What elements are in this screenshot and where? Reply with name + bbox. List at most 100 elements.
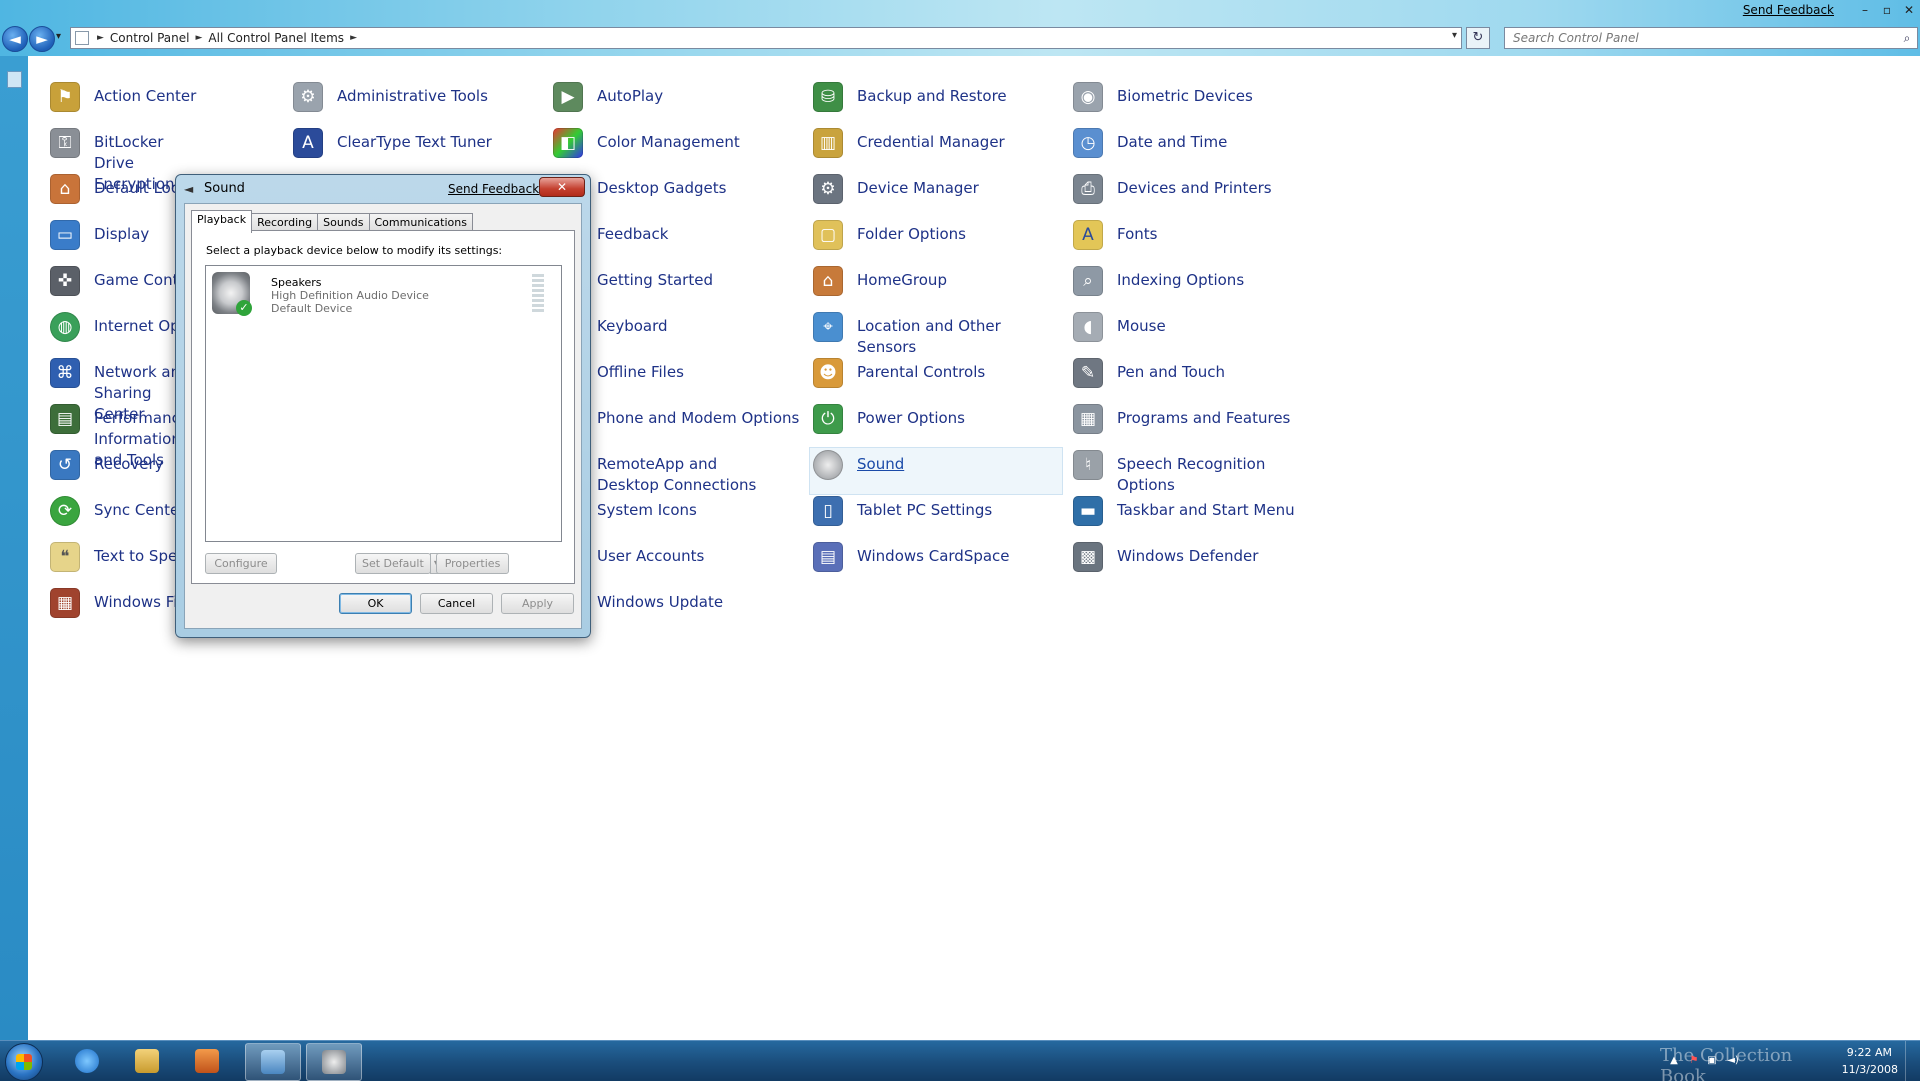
clock-time[interactable]: 9:22 AM	[1847, 1046, 1892, 1059]
taskbar-media-player[interactable]	[180, 1043, 234, 1079]
breadcrumb-all-items[interactable]: All Control Panel Items	[204, 31, 348, 45]
ok-button[interactable]: OK	[339, 593, 412, 614]
restore-button[interactable]: ▫	[1876, 1, 1898, 19]
shield-flag-icon: ⚑	[50, 82, 80, 112]
battery-icon: ⏻	[813, 404, 843, 434]
autoplay-icon: ▶	[553, 82, 583, 112]
taskbar-sound[interactable]	[306, 1043, 362, 1081]
apply-button[interactable]: Apply	[501, 593, 574, 614]
cp-item-label: Windows Update	[597, 593, 724, 611]
cp-item-windows-defender[interactable]: ▩ Windows Defender	[1073, 542, 1323, 572]
cp-item-label: Windows CardSpace	[857, 547, 1010, 565]
cp-item-mouse[interactable]: ◖ Mouse	[1073, 312, 1323, 342]
taskbar-explorer[interactable]	[120, 1043, 174, 1079]
close-window-button[interactable]: ✕	[1898, 1, 1920, 19]
taskbar-control-panel[interactable]	[245, 1043, 301, 1081]
show-desktop-button[interactable]	[1905, 1041, 1920, 1081]
magnifier-icon: ⌕	[1073, 266, 1103, 296]
configure-button[interactable]: Configure	[205, 553, 277, 574]
cp-item-color-management[interactable]: ◧ Color Management	[553, 128, 803, 158]
cp-item-speech-recognition[interactable]: ♮ Speech Recognition Options	[1073, 450, 1323, 496]
dialog-send-feedback-link[interactable]: Send Feedback	[448, 182, 539, 196]
minimize-button[interactable]: –	[1854, 1, 1876, 19]
cp-item-fonts[interactable]: A Fonts	[1073, 220, 1323, 250]
sound-dialog: ◄ Sound Send Feedback ✕ Playback Recordi…	[175, 174, 591, 638]
dialog-titlebar[interactable]: ◄ Sound Send Feedback ✕	[176, 175, 590, 201]
cp-item-devices-printers[interactable]: ⎙ Devices and Printers	[1073, 174, 1323, 204]
cp-item-tablet-pc[interactable]: ▯ Tablet PC Settings	[813, 496, 1063, 526]
tab-playback[interactable]: Playback	[191, 210, 253, 233]
panel-toggle-icon[interactable]	[7, 71, 22, 88]
device-list-item[interactable]: ✓ Speakers High Definition Audio Device …	[210, 272, 550, 320]
color-management-icon: ◧	[553, 128, 583, 158]
cp-item-taskbar-start[interactable]: ▬ Taskbar and Start Menu	[1073, 496, 1323, 526]
cp-item-sound[interactable]: Sound	[809, 447, 1063, 495]
forward-button[interactable]: ►	[29, 26, 55, 52]
cp-item-programs-features[interactable]: ▦ Programs and Features	[1073, 404, 1323, 434]
cp-item-label: System Icons	[597, 501, 697, 519]
cp-item-label: Tablet PC Settings	[857, 501, 993, 519]
cp-item-homegroup[interactable]: ⌂ HomeGroup	[813, 266, 1063, 296]
cp-item-label: Fonts	[1117, 225, 1158, 243]
taskbar-internet-explorer[interactable]	[60, 1043, 114, 1079]
cp-item-device-manager[interactable]: ⚙ Device Manager	[813, 174, 1063, 204]
cp-item-cardspace[interactable]: ▤ Windows CardSpace	[813, 542, 1063, 572]
network-icon[interactable]: ▣	[1706, 1055, 1718, 1067]
show-hidden-icons-icon[interactable]: ▲	[1668, 1055, 1680, 1067]
cp-item-label: Backup and Restore	[857, 87, 1007, 105]
search-icon[interactable]: ⌕	[1897, 31, 1917, 46]
cp-item-pen-touch[interactable]: ✎ Pen and Touch	[1073, 358, 1323, 388]
cp-item-indexing[interactable]: ⌕ Indexing Options	[1073, 266, 1323, 296]
send-feedback-link[interactable]: Send Feedback	[1743, 3, 1834, 17]
cp-item-administrative-tools[interactable]: ⚙ Administrative Tools	[293, 82, 543, 112]
microphone-icon: ♮	[1073, 450, 1103, 480]
cp-item-autoplay[interactable]: ▶ AutoPlay	[553, 82, 803, 112]
cp-item-folder-options[interactable]: ▢ Folder Options	[813, 220, 1063, 250]
breadcrumb-separator[interactable]: ►	[95, 33, 106, 43]
cp-item-action-center[interactable]: ⚑ Action Center	[50, 82, 300, 112]
cp-item-label: Programs and Features	[1117, 409, 1291, 427]
gamepad-icon: ✜	[50, 266, 80, 296]
sync-icon: ⟳	[50, 496, 80, 526]
cp-item-date-time[interactable]: ◷ Date and Time	[1073, 128, 1323, 158]
cp-item-parental-controls[interactable]: ☻ Parental Controls	[813, 358, 1063, 388]
dialog-tabs: Playback Recording Sounds Communications	[191, 210, 473, 233]
cp-item-power-options[interactable]: ⏻ Power Options	[813, 404, 1063, 434]
breadcrumb-control-panel[interactable]: Control Panel	[106, 31, 194, 45]
cp-item-backup-restore[interactable]: ⛁ Backup and Restore	[813, 82, 1063, 112]
playback-device-list[interactable]: ✓ Speakers High Definition Audio Device …	[205, 265, 562, 542]
back-button[interactable]: ◄	[2, 26, 28, 52]
cp-item-label: Taskbar and Start Menu	[1117, 501, 1295, 519]
tablet-icon: ▯	[813, 496, 843, 526]
cp-item-label: Feedback	[597, 225, 669, 243]
cp-item-biometric[interactable]: ◉ Biometric Devices	[1073, 82, 1323, 112]
cp-item-location-sensors[interactable]: ⌖ Location and Other Sensors	[813, 312, 1063, 358]
cp-item-label: Keyboard	[597, 317, 668, 335]
volume-icon[interactable]: ◄)	[1724, 1055, 1742, 1067]
start-button[interactable]	[5, 1043, 43, 1081]
clock-date[interactable]: 11/3/2008	[1842, 1063, 1898, 1076]
dialog-close-button[interactable]: ✕	[539, 177, 585, 197]
cancel-button[interactable]: Cancel	[420, 593, 493, 614]
address-dropdown-icon[interactable]: ▾	[1452, 30, 1457, 41]
breadcrumb-separator[interactable]: ►	[194, 33, 205, 43]
credential-vault-icon: ▥	[813, 128, 843, 158]
dialog-title: Sound	[204, 181, 245, 196]
sound-title-icon: ◄	[184, 182, 194, 196]
cp-item-label: Sync Center	[94, 501, 186, 519]
device-description: High Definition Audio Device	[271, 289, 429, 302]
recent-pages-dropdown[interactable]: ▾	[56, 31, 61, 42]
action-center-flag-icon[interactable]: ⚑	[1688, 1055, 1700, 1067]
cp-item-credential-manager[interactable]: ▥ Credential Manager	[813, 128, 1063, 158]
properties-button[interactable]: Properties	[436, 553, 509, 574]
mouse-icon: ◖	[1073, 312, 1103, 342]
refresh-button[interactable]: ↻	[1466, 27, 1490, 49]
cp-item-label: Power Options	[857, 409, 965, 427]
set-default-button[interactable]: Set Default	[355, 553, 431, 574]
breadcrumb-separator[interactable]: ►	[348, 33, 359, 43]
address-bar[interactable]: ► Control Panel ► All Control Panel Item…	[70, 27, 1462, 49]
backup-icon: ⛁	[813, 82, 843, 112]
cp-item-cleartype[interactable]: A ClearType Text Tuner	[293, 128, 543, 158]
search-input[interactable]: Search Control Panel ⌕	[1504, 27, 1918, 49]
cp-item-label: Pen and Touch	[1117, 363, 1226, 381]
